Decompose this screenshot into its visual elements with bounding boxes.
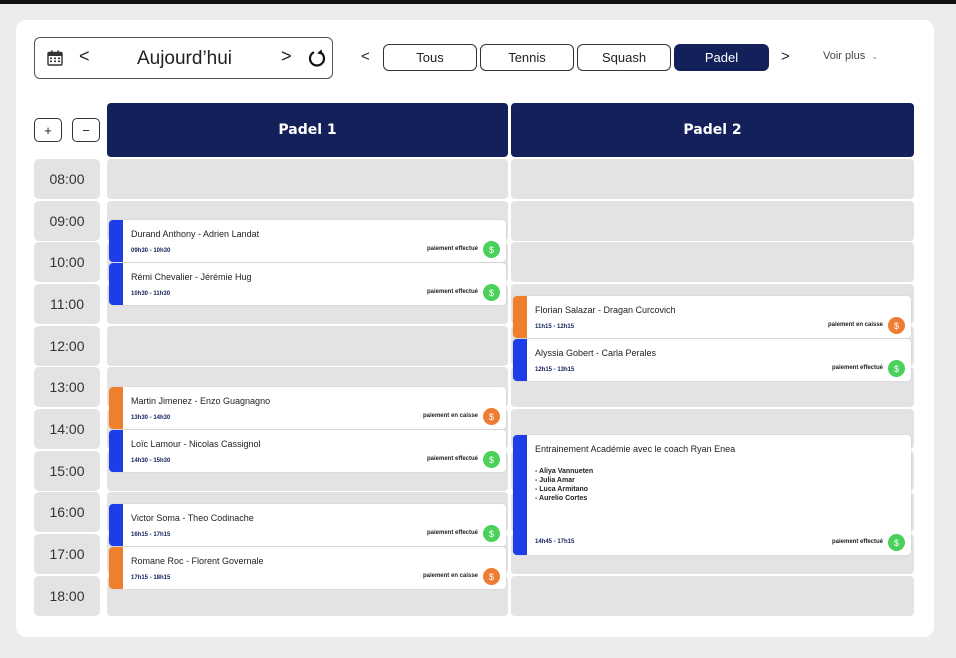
booking-hours: 16h15 - 17h15 (131, 532, 171, 538)
participant: - Julia Amar (535, 477, 575, 484)
payment-status: paiement en caisse (422, 573, 478, 579)
payment-status: paiement effectué (831, 365, 883, 371)
time-label: 12:00 (34, 326, 100, 366)
sports-next-button[interactable]: > (781, 48, 790, 65)
time-label: 18:00 (34, 576, 100, 616)
dollar-icon: $ (483, 284, 500, 301)
training-participants: - Aliya Vannueten - Julia Amar - Luca Ar… (535, 467, 593, 503)
dollar-icon: $ (483, 568, 500, 585)
booking-status-bar (109, 387, 123, 429)
booking-players: Romane Roc - Florent Governale (131, 556, 264, 566)
participant: - Aurelio Cortes (535, 495, 588, 502)
booking-players: Rémi Chevalier - Jérémie Hug (131, 272, 252, 282)
booking-status-bar (513, 339, 527, 381)
time-label: 16:00 (34, 492, 100, 532)
time-label: 14:00 (34, 409, 100, 449)
dollar-icon: $ (888, 534, 905, 551)
booking-status-bar (109, 547, 123, 589)
time-slot[interactable] (511, 576, 914, 616)
time-label: 10:00 (34, 242, 100, 282)
time-label: 09:00 (34, 201, 100, 241)
booking-status-bar (109, 263, 123, 305)
payment-status: paiement effectué (426, 289, 478, 295)
booking-hours: 14h45 - 17h15 (535, 539, 575, 545)
booking-players: Victor Soma - Theo Codinache (131, 513, 254, 523)
sport-tab-tous[interactable]: Tous (383, 44, 477, 71)
chevron-down-icon: ⌄ (871, 52, 878, 61)
booking-card[interactable]: Durand Anthony - Adrien Landat 09h30 - 1… (109, 220, 506, 262)
booking-status-bar (109, 504, 123, 546)
calendar-card: < Aujourd’hui > < Tous Tennis Squash Pad… (16, 20, 934, 637)
payment-status: paiement effectué (426, 456, 478, 462)
refresh-icon[interactable] (307, 48, 327, 68)
booking-players: Florian Salazar - Dragan Curcovich (535, 305, 676, 315)
dollar-icon: $ (888, 317, 905, 334)
booking-card[interactable]: Florian Salazar - Dragan Curcovich 11h15… (513, 296, 911, 338)
top-edge (0, 0, 956, 4)
booking-card[interactable]: Loïc Lamour - Nicolas Cassignol 14h30 - … (109, 430, 506, 472)
time-label: 15:00 (34, 451, 100, 491)
payment-status: paiement effectué (426, 530, 478, 536)
court-header-padel-2: Padel 2 (511, 103, 914, 157)
time-slot[interactable] (107, 159, 508, 199)
booking-card[interactable]: Rémi Chevalier - Jérémie Hug 10h30 - 11h… (109, 263, 506, 305)
time-label: 17:00 (34, 534, 100, 574)
payment-status: paiement effectué (831, 539, 883, 545)
booking-hours: 09h30 - 10h30 (131, 248, 171, 254)
booking-hours: 13h30 - 14h30 (131, 415, 171, 421)
booking-status-bar (513, 435, 527, 555)
time-label: 11:00 (34, 284, 100, 324)
training-card[interactable]: Entrainement Académie avec le coach Ryan… (513, 435, 911, 555)
participant: - Luca Armitano (535, 486, 589, 493)
booking-card[interactable]: Martin Jimenez - Enzo Guagnagno 13h30 - … (109, 387, 506, 429)
booking-status-bar (513, 296, 527, 338)
booking-card[interactable]: Alyssia Gobert - Carla Perales 12h15 - 1… (513, 339, 911, 381)
payment-status: paiement en caisse (827, 322, 883, 328)
time-slot[interactable] (511, 201, 914, 241)
sport-tab-tennis[interactable]: Tennis (480, 44, 574, 71)
dollar-icon: $ (483, 241, 500, 258)
participant: - Aliya Vannueten (535, 468, 594, 475)
booking-hours: 14h30 - 15h30 (131, 458, 171, 464)
booking-status-bar (109, 430, 123, 472)
booking-status-bar (109, 220, 123, 262)
dollar-icon: $ (483, 451, 500, 468)
sports-prev-button[interactable]: < (361, 48, 370, 65)
dollar-icon: $ (483, 525, 500, 542)
see-more-label: Voir plus (823, 50, 866, 62)
booking-hours: 17h15 - 18h15 (131, 575, 171, 581)
dollar-icon: $ (888, 360, 905, 377)
time-slot[interactable] (511, 242, 914, 282)
booking-players: Durand Anthony - Adrien Landat (131, 229, 260, 239)
next-day-button[interactable]: > (281, 46, 292, 67)
booking-hours: 12h15 - 13h15 (535, 367, 575, 373)
zoom-out-button[interactable]: − (72, 118, 100, 142)
payment-status: paiement en caisse (422, 413, 478, 419)
dollar-icon: $ (483, 408, 500, 425)
time-label: 13:00 (34, 367, 100, 407)
booking-hours: 11h15 - 12h15 (535, 324, 575, 330)
booking-card[interactable]: Romane Roc - Florent Governale 17h15 - 1… (109, 547, 506, 589)
time-slot[interactable] (511, 159, 914, 199)
see-more-dropdown[interactable]: Voir plus ⌄ (823, 50, 878, 62)
time-label: 08:00 (34, 159, 100, 199)
booking-players: Loïc Lamour - Nicolas Cassignol (131, 439, 261, 449)
zoom-in-button[interactable]: + (34, 118, 62, 142)
booking-players: Martin Jimenez - Enzo Guagnagno (131, 396, 271, 406)
booking-players: Alyssia Gobert - Carla Perales (535, 348, 657, 358)
payment-status: paiement effectué (426, 246, 478, 252)
court-header-padel-1: Padel 1 (107, 103, 508, 157)
booking-card[interactable]: Victor Soma - Theo Codinache 16h15 - 17h… (109, 504, 506, 546)
training-title: Entrainement Académie avec le coach Ryan… (535, 444, 736, 454)
sport-tab-squash[interactable]: Squash (577, 44, 671, 71)
date-navigator: < Aujourd’hui > (34, 37, 333, 79)
time-slot[interactable] (107, 326, 508, 366)
sport-tab-padel[interactable]: Padel (674, 44, 769, 71)
booking-hours: 10h30 - 11h30 (131, 291, 171, 297)
